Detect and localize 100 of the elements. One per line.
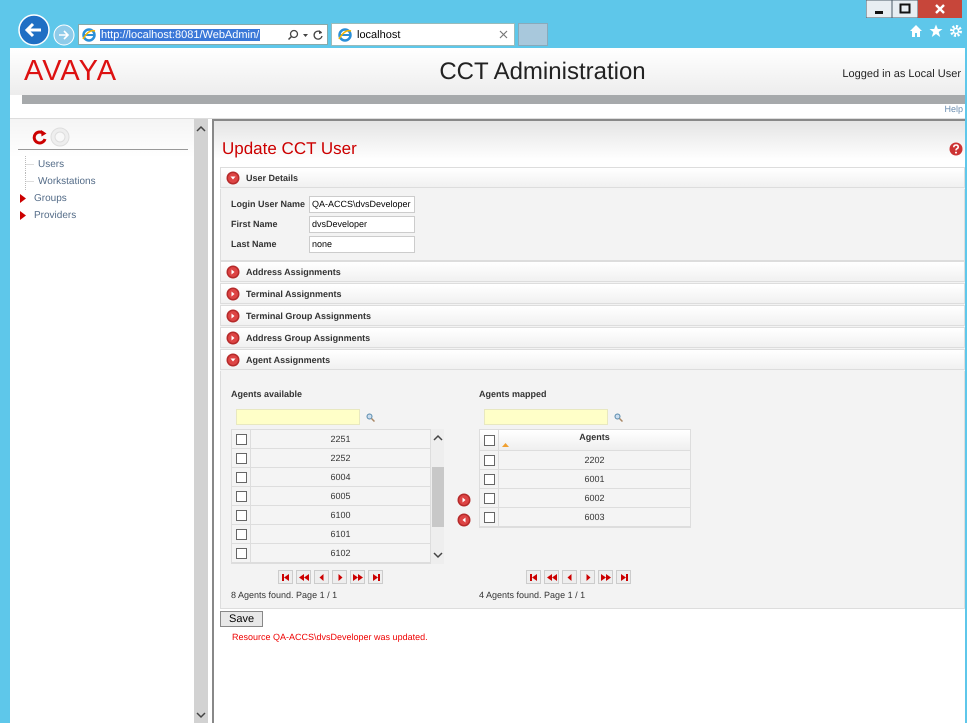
scrollbar[interactable] <box>431 429 444 564</box>
field-label: Login User Name <box>231 199 306 209</box>
checkbox[interactable] <box>484 492 494 504</box>
table-cell-text: 6101 <box>329 528 352 541</box>
close-icon[interactable] <box>499 30 508 39</box>
save-button[interactable]: Save <box>220 611 264 627</box>
login-status: Logged in as Local User <box>841 68 961 80</box>
last-page-button[interactable] <box>616 570 631 584</box>
scroll-up-icon[interactable] <box>196 125 206 133</box>
table-cell-text: 2252 <box>329 452 352 465</box>
table-cell-text: 6100 <box>329 509 352 522</box>
next-page-icon <box>600 572 612 582</box>
text-field[interactable]: none <box>309 236 415 252</box>
previous-page-button[interactable] <box>296 570 311 584</box>
table-cell-text: 6004 <box>329 471 352 484</box>
section-header[interactable]: Terminal Group Assignments <box>220 305 965 326</box>
field-label: Last Name <box>231 239 278 249</box>
checkbox[interactable] <box>236 528 246 540</box>
scroll-down-icon[interactable] <box>196 711 206 719</box>
text-field[interactable]: QA-ACCS\dvsDeveloper <box>309 196 415 212</box>
checkbox[interactable] <box>236 490 246 502</box>
expand-icon <box>226 264 240 278</box>
section-header[interactable]: User Details <box>220 167 965 188</box>
next-page-button[interactable] <box>350 570 365 584</box>
checkbox[interactable] <box>236 452 246 464</box>
tab-title: localhost <box>357 28 402 40</box>
previous-button[interactable] <box>314 570 329 584</box>
logo: AVAYA <box>24 55 118 88</box>
section-header[interactable]: Terminal Assignments <box>220 283 965 304</box>
last-page-button[interactable] <box>368 570 383 584</box>
search-field[interactable] <box>236 409 360 425</box>
disc-icon <box>50 127 70 147</box>
browser-icon <box>82 28 96 42</box>
checkbox[interactable] <box>484 474 494 484</box>
section-title: Terminal Group Assignments <box>246 310 372 320</box>
expand-icon <box>226 308 240 322</box>
status-message: Resource QA-ACCS\dvsDeveloper was updated. <box>231 631 429 642</box>
first-page-icon <box>528 572 540 582</box>
previous-page-icon <box>298 572 310 582</box>
page-title: Update CCT User <box>222 139 357 159</box>
panel-title: Agents mapped <box>479 389 548 401</box>
section-header[interactable]: Agent Assignments <box>220 349 965 370</box>
text-field[interactable]: dvsDeveloper <box>309 216 415 232</box>
refresh-icon[interactable] <box>312 28 324 40</box>
table-cell-text: 6003 <box>583 511 606 524</box>
tree-item[interactable]: Workstations <box>38 176 96 187</box>
next-button[interactable] <box>580 570 595 584</box>
previous-page-button[interactable] <box>544 570 559 584</box>
checkbox[interactable] <box>484 512 494 522</box>
search-icon[interactable] <box>287 28 299 40</box>
expand-icon <box>226 330 240 344</box>
table-cell-text: 2251 <box>329 433 352 446</box>
close-icon[interactable] <box>918 0 962 18</box>
minimize-icon[interactable] <box>866 0 892 18</box>
column-title: Agents <box>579 432 610 442</box>
section-title: User Details <box>246 172 298 182</box>
first-page-button[interactable] <box>278 570 293 584</box>
back-icon[interactable] <box>18 14 50 46</box>
maximize-icon[interactable] <box>892 0 918 18</box>
search-field[interactable] <box>484 409 608 425</box>
section-title: Address Assignments <box>246 266 341 276</box>
scroll-up-icon[interactable] <box>432 434 442 442</box>
collapse-icon <box>226 170 240 184</box>
section-header[interactable]: Address Assignments <box>220 261 965 282</box>
section-title: Terminal Assignments <box>246 288 342 298</box>
previous-button[interactable] <box>562 570 577 584</box>
tree-item[interactable]: Groups <box>34 193 67 204</box>
app-title: CCT Administration <box>438 58 647 86</box>
next-page-button[interactable] <box>598 570 613 584</box>
checkbox[interactable] <box>484 434 494 446</box>
previous-page-icon <box>546 572 558 582</box>
next-button[interactable] <box>332 570 347 584</box>
refresh-icon[interactable] <box>32 129 48 145</box>
browser-tab[interactable]: localhost <box>331 23 515 46</box>
star-icon[interactable] <box>929 24 943 38</box>
table-cell-text: 2202 <box>583 454 606 467</box>
address-bar[interactable]: http://localhost:8081/WebAdmin/ <box>78 24 328 45</box>
tree-line-icon <box>24 156 34 173</box>
url-text[interactable]: http://localhost:8081/WebAdmin/ <box>100 28 260 40</box>
checkbox[interactable] <box>236 434 246 444</box>
first-page-icon <box>280 572 292 582</box>
tree-item[interactable]: Providers <box>34 210 76 221</box>
scroll-down-icon[interactable] <box>432 551 442 559</box>
section-header[interactable]: Address Group Assignments <box>220 327 965 348</box>
checkbox[interactable] <box>484 454 494 466</box>
help-icon[interactable] <box>949 142 963 156</box>
tree-item[interactable]: Users <box>38 159 64 170</box>
next-page-icon <box>352 572 364 582</box>
checkbox[interactable] <box>236 472 246 482</box>
scrollbar[interactable] <box>194 119 208 723</box>
section-title: Agent Assignments <box>246 354 330 364</box>
first-page-button[interactable] <box>526 570 541 584</box>
collapse-icon <box>226 352 240 366</box>
remove-button[interactable] <box>457 512 471 526</box>
checkbox[interactable] <box>236 548 246 558</box>
checkbox[interactable] <box>236 510 246 520</box>
field-label: First Name <box>231 219 279 229</box>
browser-icon <box>338 28 352 42</box>
expand-icon <box>226 286 240 300</box>
add-button[interactable] <box>457 492 471 506</box>
